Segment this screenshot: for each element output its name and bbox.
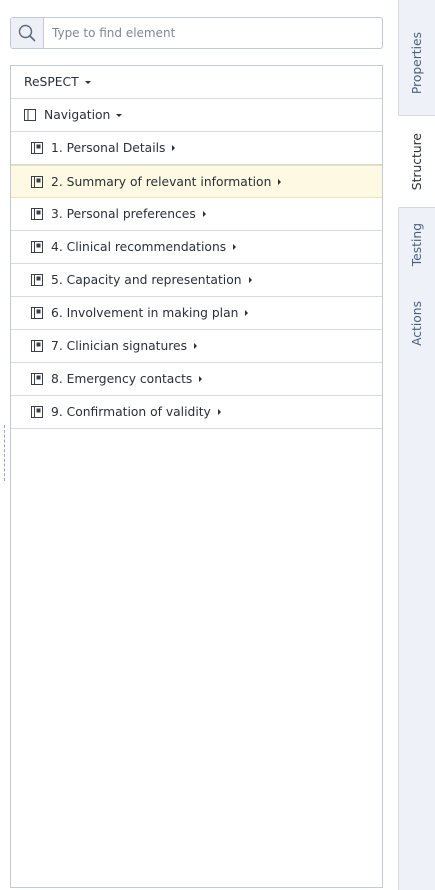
tab-actions-label: Actions [410,300,424,346]
section-icon [31,373,43,385]
section-icon [31,142,43,154]
tree-node-section-2[interactable]: 2. Summary of relevant information [11,165,382,198]
caret-right-icon[interactable] [245,310,249,316]
tree-node-section-1[interactable]: 1. Personal Details [11,132,382,165]
caret-right-icon[interactable] [202,211,206,217]
tree-node-section-8[interactable]: 8. Emergency contacts [11,363,382,396]
tab-actions[interactable]: Actions [398,288,435,358]
tab-structure[interactable]: Structure [398,115,435,208]
section-label: 5. Capacity and representation [51,273,242,287]
caret-right-icon[interactable] [233,244,237,250]
tree-root-label: ReSPECT [24,75,79,89]
section-label: 2. Summary of relevant information [51,174,272,189]
tab-structure-label: Structure [410,132,424,191]
tree-node-navigation[interactable]: Navigation [11,99,382,132]
caret-right-icon[interactable] [217,409,221,415]
tree-root[interactable]: ReSPECT [11,66,382,99]
element-tree: ReSPECT Navigation 1. Personal Details 2.… [10,65,383,888]
search-button[interactable] [11,18,44,48]
caret-right-icon[interactable] [199,376,203,382]
caret-right-icon[interactable] [194,343,198,349]
search-icon [18,24,36,42]
search-box [10,17,383,49]
section-icon [31,274,43,286]
section-icon [31,340,43,352]
search-input[interactable] [44,18,382,48]
section-label: 8. Emergency contacts [51,372,193,386]
tab-properties-label: Properties [410,31,424,95]
caret-right-icon[interactable] [278,178,282,185]
section-icon [31,241,43,253]
tab-testing-label: Testing [410,223,424,267]
caret-right-icon[interactable] [248,277,252,283]
side-tab-bar: Properties Structure Testing Actions [398,0,435,890]
tree-node-section-7[interactable]: 7. Clinician signatures [11,330,382,363]
section-icon [31,307,43,319]
section-label: 6. Involvement in making plan [51,306,239,320]
section-label: 7. Clinician signatures [51,339,188,353]
caret-down-icon[interactable] [84,80,91,84]
tree-node-section-5[interactable]: 5. Capacity and representation [11,264,382,297]
section-icon [31,175,43,188]
tree-node-section-3[interactable]: 3. Personal preferences [11,198,382,231]
caret-down-icon[interactable] [116,113,123,117]
navigation-label: Navigation [44,108,111,122]
container-icon [24,109,36,121]
resize-handle[interactable] [4,425,5,481]
tree-node-section-6[interactable]: 6. Involvement in making plan [11,297,382,330]
section-label: 4. Clinical recommendations [51,240,227,254]
section-label: 9. Confirmation of validity [51,405,211,419]
tab-properties[interactable]: Properties [398,17,435,109]
tree-node-section-4[interactable]: 4. Clinical recommendations [11,231,382,264]
section-icon [31,406,43,418]
structure-panel: ReSPECT Navigation 1. Personal Details 2.… [0,0,398,890]
section-icon [31,208,43,220]
tab-testing[interactable]: Testing [398,210,435,280]
section-label: 1. Personal Details [51,141,166,155]
tree-node-section-9[interactable]: 9. Confirmation of validity [11,396,382,429]
section-label: 3. Personal preferences [51,207,196,221]
caret-right-icon[interactable] [172,145,176,151]
